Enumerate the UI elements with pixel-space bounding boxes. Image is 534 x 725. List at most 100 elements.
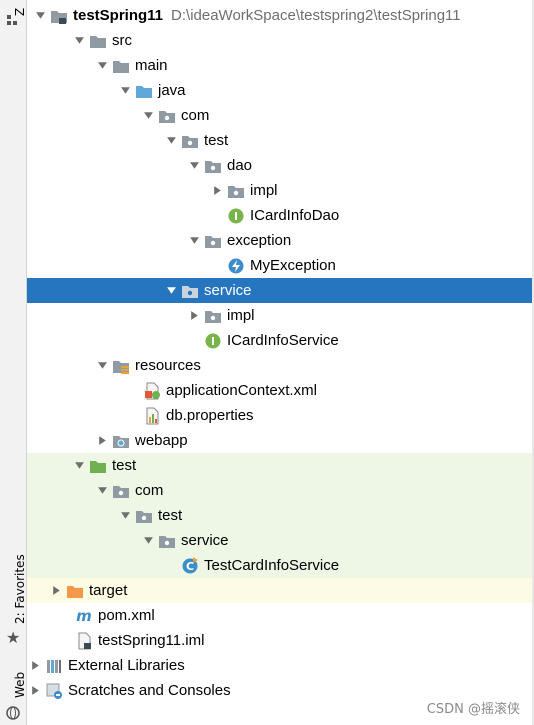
chevron-down-icon[interactable] bbox=[186, 233, 202, 249]
chevron-down-icon[interactable] bbox=[186, 158, 202, 174]
star-icon[interactable]: ★ bbox=[6, 631, 20, 647]
tree-row-service-impl[interactable]: impl bbox=[27, 303, 532, 328]
chevron-down-icon[interactable] bbox=[140, 533, 156, 549]
tree-row-icardinfodao[interactable]: ICardInfoDao bbox=[27, 203, 532, 228]
chevron-down-icon[interactable] bbox=[94, 483, 110, 499]
folder-icon bbox=[89, 32, 107, 50]
tree-row-dbproperties[interactable]: db.properties bbox=[27, 403, 532, 428]
tree-label: com bbox=[135, 482, 164, 499]
chevron-right-icon[interactable] bbox=[209, 183, 225, 199]
tree-row-myexception[interactable]: MyException bbox=[27, 253, 532, 278]
project-path: D:\ideaWorkSpace\testspring2\testSpring1… bbox=[171, 7, 461, 24]
scratches-icon bbox=[45, 682, 63, 700]
library-icon bbox=[45, 657, 63, 675]
web-tab[interactable]: Web bbox=[13, 672, 27, 698]
tree-label: applicationContext.xml bbox=[166, 382, 317, 399]
package-icon bbox=[135, 507, 153, 525]
tree-row-dao[interactable]: dao bbox=[27, 153, 532, 178]
tree-row-project[interactable]: testSpring11 D:\ideaWorkSpace\testspring… bbox=[27, 3, 532, 28]
chevron-down-icon[interactable] bbox=[163, 133, 179, 149]
tree-label: Scratches and Consoles bbox=[68, 682, 231, 699]
tree-label: pom.xml bbox=[98, 607, 155, 624]
tree-label: com bbox=[181, 107, 210, 124]
chevron-right-icon[interactable] bbox=[27, 658, 43, 674]
tree-label: test bbox=[204, 132, 229, 149]
properties-file-icon bbox=[143, 407, 161, 425]
tree-label: webapp bbox=[135, 432, 188, 449]
package-icon bbox=[204, 232, 222, 250]
chevron-right-icon[interactable] bbox=[48, 583, 64, 599]
chevron-down-icon[interactable] bbox=[94, 58, 110, 74]
package-icon bbox=[158, 107, 176, 125]
maven-icon: m bbox=[75, 607, 93, 625]
tree-row-testcardinfoservice[interactable]: C TestCardInfoService bbox=[27, 553, 532, 578]
tree-label: MyException bbox=[250, 257, 336, 274]
chevron-right-icon[interactable] bbox=[186, 308, 202, 324]
tree-row-icardinfoservice[interactable]: ICardInfoService bbox=[27, 328, 532, 353]
tree-row-main[interactable]: main bbox=[27, 53, 532, 78]
tree-row-dao-impl[interactable]: impl bbox=[27, 178, 532, 203]
module-folder-icon bbox=[50, 7, 68, 25]
tree-label: src bbox=[112, 32, 132, 49]
chevron-down-icon[interactable] bbox=[32, 8, 48, 24]
chevron-down-icon[interactable] bbox=[117, 508, 133, 524]
tree-label: test bbox=[112, 457, 137, 474]
svg-text:C: C bbox=[186, 560, 194, 573]
package-icon bbox=[181, 282, 199, 300]
tree-row-test-test[interactable]: test bbox=[27, 503, 532, 528]
tree-row-test-root[interactable]: test bbox=[27, 453, 532, 478]
web-folder-icon bbox=[112, 432, 130, 450]
tree-label: impl bbox=[250, 182, 278, 199]
package-icon bbox=[112, 482, 130, 500]
chevron-down-icon[interactable] bbox=[71, 458, 87, 474]
source-folder-icon bbox=[135, 82, 153, 100]
tree-row-resources[interactable]: resources bbox=[27, 353, 532, 378]
structure-icon[interactable] bbox=[6, 14, 18, 28]
tree-label: testSpring11.iml bbox=[98, 632, 205, 649]
tree-label: main bbox=[135, 57, 168, 74]
chevron-down-icon[interactable] bbox=[140, 108, 156, 124]
tree-row-target[interactable]: target bbox=[27, 578, 532, 603]
resources-folder-icon bbox=[112, 357, 130, 375]
tree-label: resources bbox=[135, 357, 201, 374]
chevron-down-icon[interactable] bbox=[71, 33, 87, 49]
tree-label: target bbox=[89, 582, 128, 599]
tree-row-iml[interactable]: testSpring11.iml bbox=[27, 628, 532, 653]
package-icon bbox=[227, 182, 245, 200]
chevron-down-icon[interactable] bbox=[117, 83, 133, 99]
tree-row-test-com[interactable]: com bbox=[27, 478, 532, 503]
tree-label: db.properties bbox=[166, 407, 254, 424]
chevron-right-icon[interactable] bbox=[94, 433, 110, 449]
interface-icon bbox=[227, 207, 245, 225]
tree-row-java[interactable]: java bbox=[27, 78, 532, 103]
tree-label: exception bbox=[227, 232, 292, 249]
chevron-down-icon[interactable] bbox=[94, 358, 110, 374]
chevron-right-icon[interactable] bbox=[27, 683, 43, 699]
tree-row-exception[interactable]: exception bbox=[27, 228, 532, 253]
tree-row-webapp[interactable]: webapp bbox=[27, 428, 532, 453]
tree-label: service bbox=[181, 532, 229, 549]
test-folder-icon bbox=[89, 457, 107, 475]
tree-row-test-service[interactable]: service bbox=[27, 528, 532, 553]
package-icon bbox=[158, 532, 176, 550]
web-icon[interactable] bbox=[6, 706, 20, 722]
tree-row-pom[interactable]: m pom.xml bbox=[27, 603, 532, 628]
watermark: CSDN @摇滚侠 bbox=[426, 702, 520, 717]
excluded-folder-icon bbox=[66, 582, 84, 600]
chevron-down-icon[interactable] bbox=[163, 283, 179, 299]
iml-file-icon bbox=[75, 632, 93, 650]
folder-icon bbox=[112, 57, 130, 75]
tree-row-external-libraries[interactable]: External Libraries bbox=[27, 653, 532, 678]
tree-label: ICardInfoDao bbox=[250, 207, 340, 224]
tree-row-test[interactable]: test bbox=[27, 128, 532, 153]
tree-row-com[interactable]: com bbox=[27, 103, 532, 128]
tree-row-service-selected[interactable]: service bbox=[27, 278, 532, 303]
tree-row-applicationcontext[interactable]: applicationContext.xml bbox=[27, 378, 532, 403]
tree-row-src[interactable]: src bbox=[27, 28, 532, 53]
tree-label: test bbox=[158, 507, 183, 524]
tree-label: ICardInfoService bbox=[227, 332, 339, 349]
favorites-tab[interactable]: 2: Favorites bbox=[13, 554, 27, 624]
tool-window-strip: Z 2: Favorites ★ Web bbox=[0, 0, 27, 725]
tree-label: External Libraries bbox=[68, 657, 185, 674]
svg-text:m: m bbox=[76, 607, 92, 625]
